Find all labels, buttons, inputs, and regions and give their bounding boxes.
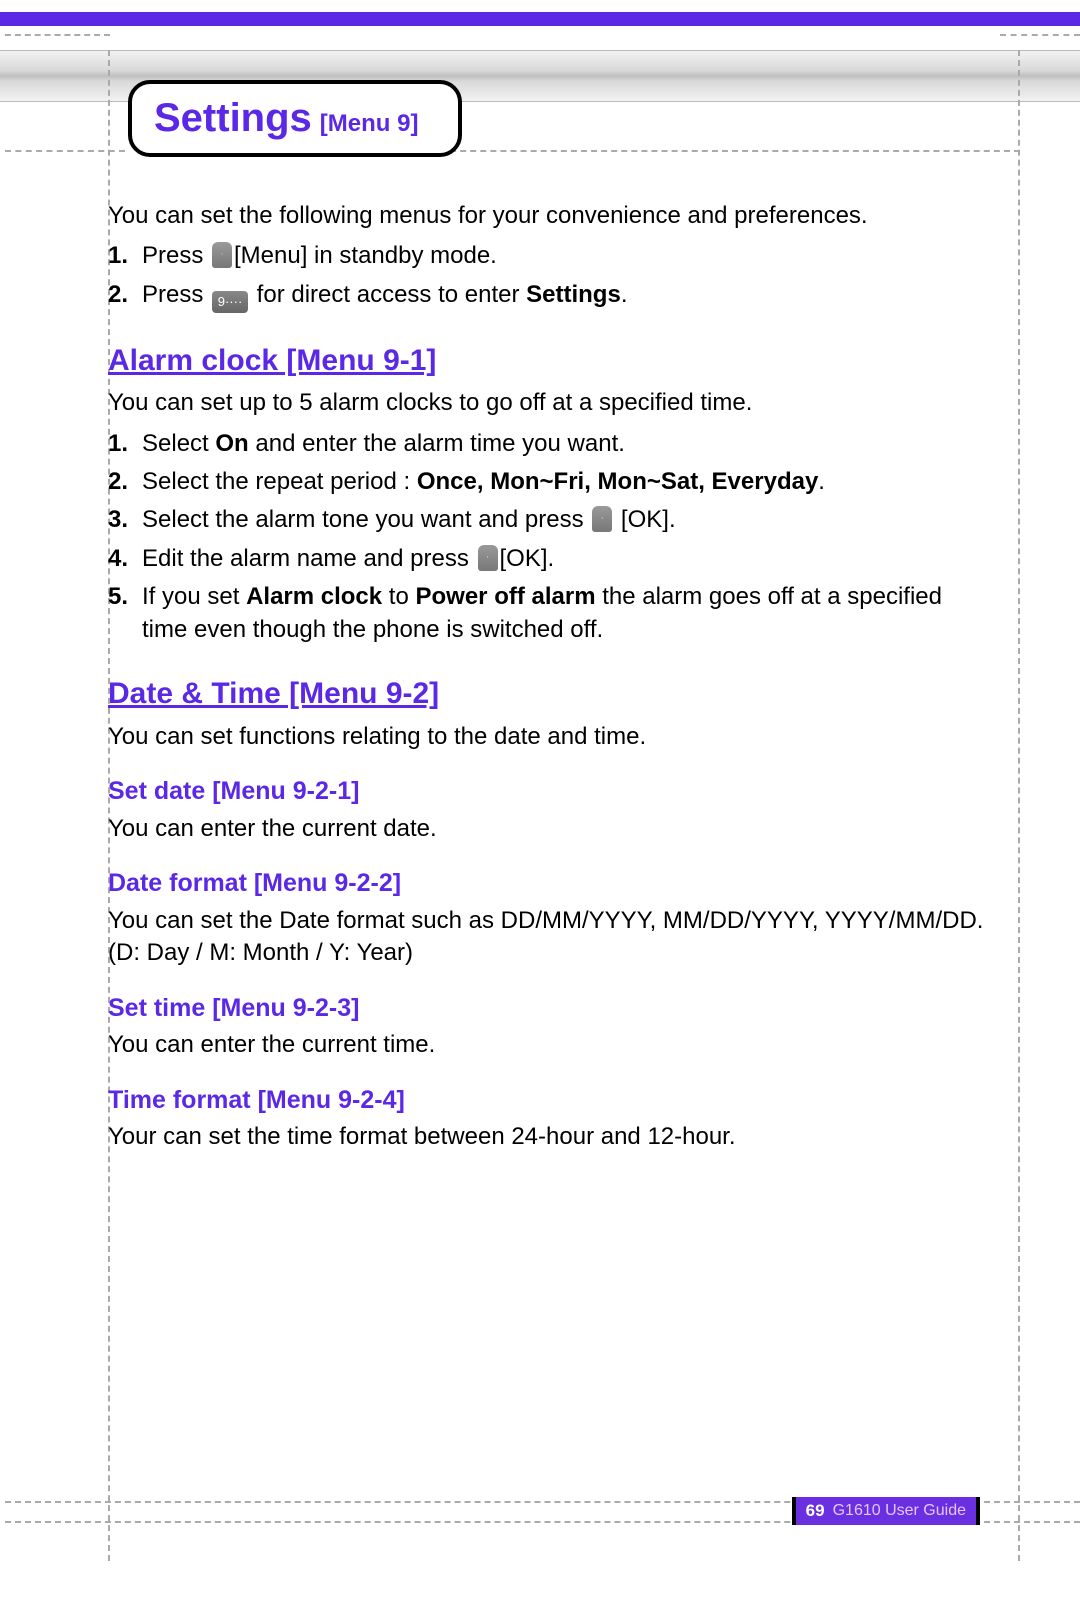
dashed-rule: [440, 150, 1020, 152]
key-9-icon: 9····: [212, 291, 248, 313]
section-desc: You can set up to 5 alarm clocks to go o…: [108, 387, 990, 419]
list-number: 3.: [108, 504, 138, 536]
list-text: Edit the alarm name and press [OK].: [142, 543, 990, 575]
list-item: 1.Press [Menu] in standby mode.: [108, 240, 990, 272]
subsection-desc: You can set the Date format such as DD/M…: [108, 905, 990, 970]
list-item: 1.Select On and enter the alarm time you…: [108, 428, 990, 460]
list-item: 5.If you set Alarm clock to Power off al…: [108, 581, 990, 646]
list-text: Select On and enter the alarm time you w…: [142, 428, 990, 460]
page-title: Settings: [154, 96, 312, 141]
list-item: 4.Edit the alarm name and press [OK].: [108, 543, 990, 575]
dashed-rule: [5, 150, 125, 152]
list-number: 2.: [108, 466, 138, 498]
list-text: Press 9···· for direct access to enter S…: [142, 279, 990, 313]
softkey-icon: [212, 242, 232, 268]
subsection-heading: Set time [Menu 9-2-3]: [108, 992, 990, 1026]
subsection-desc: Your can set the time format between 24-…: [108, 1121, 990, 1153]
page-content: You can set the following menus for your…: [108, 200, 990, 1162]
section-heading-alarm: Alarm clock [Menu 9-1]: [108, 341, 990, 382]
guide-label: G1610 User Guide: [833, 1502, 966, 1520]
page-subtitle: [Menu 9]: [320, 110, 419, 138]
subsection-desc: You can enter the current date.: [108, 813, 990, 845]
list-number: 5.: [108, 581, 138, 646]
subsection-heading: Set date [Menu 9-2-1]: [108, 775, 990, 809]
list-text: Select the repeat period : Once, Mon~Fri…: [142, 466, 990, 498]
softkey-icon: [592, 506, 612, 532]
subsection-heading: Date format [Menu 9-2-2]: [108, 867, 990, 901]
list-text: If you set Alarm clock to Power off alar…: [142, 581, 990, 646]
section-desc: You can set functions relating to the da…: [108, 721, 990, 753]
list-text: Select the alarm tone you want and press…: [142, 504, 990, 536]
alarm-steps-list: 1.Select On and enter the alarm time you…: [108, 428, 990, 646]
list-number: 2.: [108, 279, 138, 313]
list-item: 3.Select the alarm tone you want and pre…: [108, 504, 990, 536]
dashed-rule: [1000, 34, 1080, 36]
intro-steps-list: 1.Press [Menu] in standby mode.2.Press 9…: [108, 240, 990, 312]
list-text: Press [Menu] in standby mode.: [142, 240, 990, 272]
footer-badge: 69 G1610 User Guide: [792, 1497, 980, 1525]
softkey-icon: [478, 545, 498, 571]
list-item: 2.Select the repeat period : Once, Mon~F…: [108, 466, 990, 498]
list-number: 4.: [108, 543, 138, 575]
list-number: 1.: [108, 428, 138, 460]
list-number: 1.: [108, 240, 138, 272]
subsection-desc: You can enter the current time.: [108, 1029, 990, 1061]
list-item: 2.Press 9···· for direct access to enter…: [108, 279, 990, 313]
top-purple-bar: [0, 12, 1080, 26]
page-number: 69: [806, 1501, 825, 1521]
subsection-heading: Time format [Menu 9-2-4]: [108, 1084, 990, 1118]
section-heading-datetime: Date & Time [Menu 9-2]: [108, 674, 990, 715]
page-title-box: Settings [Menu 9]: [128, 80, 462, 157]
dashed-rule: [5, 34, 110, 36]
intro-text: You can set the following menus for your…: [108, 200, 990, 232]
